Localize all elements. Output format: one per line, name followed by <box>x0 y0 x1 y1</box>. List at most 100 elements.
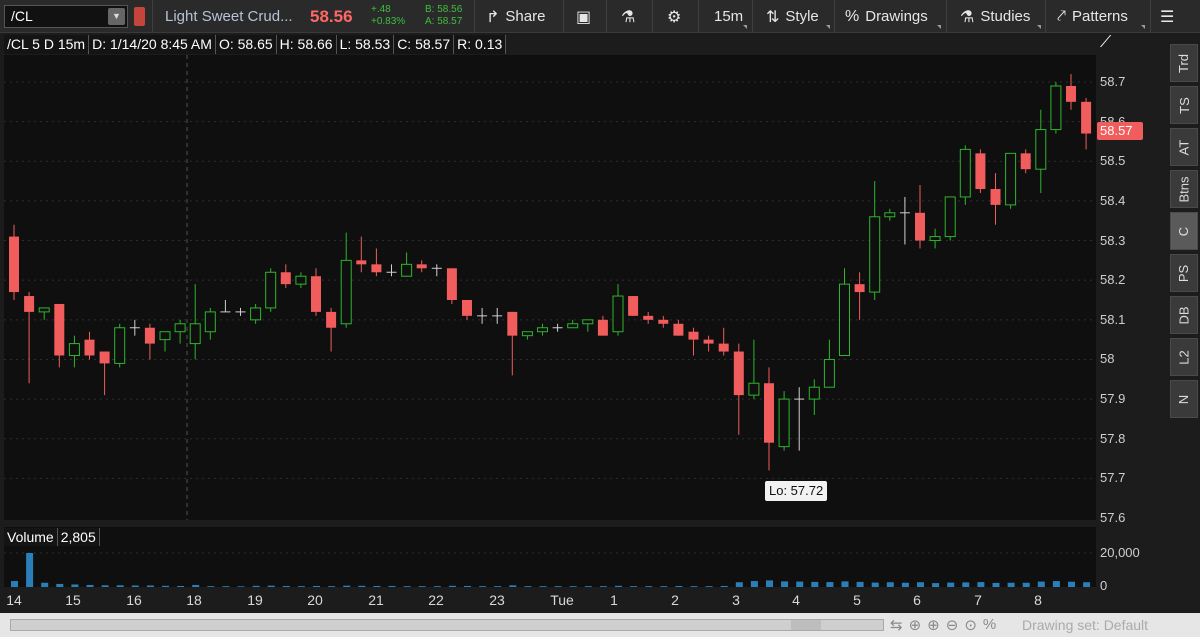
studies-button[interactable]: ⚗ Studies <box>960 0 1030 33</box>
volume-bar <box>524 586 532 587</box>
volume-bar <box>766 580 773 587</box>
share-button[interactable]: ↱ Share <box>486 0 545 33</box>
volume-bar <box>448 585 456 587</box>
zoom-in-icon[interactable]: ⊕ <box>927 616 940 634</box>
tab-n[interactable]: N <box>1170 380 1198 418</box>
zoom-controls: ⇆ ⊕ ⊕ ⊖ ⊙ % <box>890 616 1002 634</box>
pan-icon[interactable]: ⇆ <box>890 616 903 634</box>
tab-ps[interactable]: PS <box>1170 254 1198 292</box>
flask-icon: ⚗ <box>960 8 975 26</box>
time-tick-label: 1 <box>610 592 618 608</box>
tab-at[interactable]: AT <box>1170 128 1198 166</box>
crosshair-icon[interactable]: ⊕ <box>909 616 922 634</box>
divider <box>752 0 753 33</box>
drawings-button[interactable]: % Drawings <box>845 0 928 33</box>
divider <box>1150 0 1151 33</box>
info-range: R: 0.13 <box>454 35 507 54</box>
candle-body-down <box>446 268 457 300</box>
volume-bar <box>750 581 758 587</box>
percent-icon[interactable]: % <box>983 616 996 634</box>
candle-body-up <box>808 386 820 400</box>
volume-bar <box>811 581 819 587</box>
candle-body-up <box>521 331 533 337</box>
gear-icon: ⚙ <box>667 8 682 26</box>
volume-pane[interactable] <box>4 527 1096 587</box>
price-tick-label: 58.1 <box>1100 311 1126 327</box>
candle-body-up <box>884 212 896 218</box>
menu-button[interactable]: ☰ <box>1160 0 1180 33</box>
time-tick-label: 3 <box>732 592 740 608</box>
volume-value: 2,805 <box>57 528 100 546</box>
volume-bar <box>599 586 607 587</box>
candle-body-up <box>959 148 971 198</box>
volume-bar <box>826 582 834 587</box>
share-icon: ↱ <box>486 8 500 26</box>
volume-bar <box>373 585 381 587</box>
notes-button[interactable]: ▣ <box>576 0 597 33</box>
volume-bar <box>1068 581 1075 587</box>
candle-body-up <box>748 382 760 396</box>
volume-axis-bottom: 0 <box>1100 578 1108 593</box>
chart-style-icon[interactable]: ⟋ <box>1100 34 1124 54</box>
interval-button[interactable]: 15m <box>714 0 743 33</box>
tab-btns[interactable]: Btns <box>1170 170 1198 208</box>
tab-c[interactable]: C <box>1170 212 1198 250</box>
volume-bar <box>796 581 804 587</box>
symbol-dropdown-icon[interactable]: ▼ <box>108 8 125 25</box>
candlestick-icon: ⇅ <box>766 8 780 26</box>
candle-body-down <box>688 331 699 340</box>
candle-body-down <box>416 264 427 269</box>
volume-bar <box>645 586 653 587</box>
last-price: 58.56 <box>310 7 353 26</box>
candle-body-down <box>673 323 684 336</box>
tab-trd[interactable]: Trd <box>1170 44 1198 82</box>
tab-l2[interactable]: L2 <box>1170 338 1198 376</box>
volume-bar <box>71 584 79 587</box>
flask-button[interactable]: ⚗ <box>621 0 641 33</box>
volume-bar <box>886 582 894 587</box>
volume-bar <box>146 585 154 587</box>
bottom-bar: ⇆ ⊕ ⊕ ⊖ ⊙ % Drawing set: Default <box>0 613 1200 637</box>
tab-label: Trd <box>1176 53 1192 73</box>
ohlc-info-bar: /CL 5 D 15m D: 1/14/20 8:45 AM O: 58.65 … <box>4 35 507 54</box>
volume-bar <box>267 585 275 587</box>
divider <box>563 0 564 33</box>
volume-bar <box>479 586 487 587</box>
candle-body-up <box>295 275 307 285</box>
candle-body-up <box>839 283 850 356</box>
style-button[interactable]: ⇅ Style <box>766 0 819 33</box>
price-chart-pane[interactable] <box>4 55 1096 520</box>
zoom-out-icon[interactable]: ⊖ <box>946 616 959 634</box>
change-percent: +0.83% <box>371 16 406 27</box>
tab-ts[interactable]: TS <box>1170 86 1198 124</box>
patterns-menu-indicator <box>1141 25 1145 29</box>
volume-bar <box>418 586 426 587</box>
symbol-input[interactable]: /CL ▼ <box>4 5 128 28</box>
candle-body-down <box>24 296 35 312</box>
volume-bar <box>841 581 849 587</box>
patterns-label: Patterns <box>1072 8 1128 25</box>
volume-bar <box>901 582 909 587</box>
price-tick-label: 57.6 <box>1100 510 1126 525</box>
patterns-button[interactable]: ⤤ Patterns <box>1057 0 1128 33</box>
change-value: +.48 <box>371 4 391 15</box>
interval-menu-indicator <box>743 25 747 29</box>
notes-icon: ▣ <box>576 8 592 26</box>
tab-db[interactable]: DB <box>1170 296 1198 334</box>
scrollbar-thumb[interactable] <box>791 620 821 630</box>
divider <box>606 0 607 33</box>
symbol-link-icon[interactable] <box>134 7 145 26</box>
candle-body-up <box>189 323 201 345</box>
settings-button[interactable]: ⚙ <box>667 0 687 33</box>
candle-body-up <box>340 259 352 325</box>
volume-bar <box>116 585 124 587</box>
divider <box>652 0 653 33</box>
drawing-set-selector[interactable]: Drawing set: Default <box>1022 617 1148 633</box>
horizontal-scrollbar[interactable] <box>10 619 884 631</box>
reset-zoom-icon[interactable]: ⊙ <box>964 616 977 634</box>
candle-body-up <box>114 327 126 364</box>
candle-body-down <box>1066 85 1076 102</box>
time-tick-label: 6 <box>913 592 921 608</box>
time-tick-label: Tue <box>550 592 574 608</box>
candle-body-down <box>280 272 291 285</box>
